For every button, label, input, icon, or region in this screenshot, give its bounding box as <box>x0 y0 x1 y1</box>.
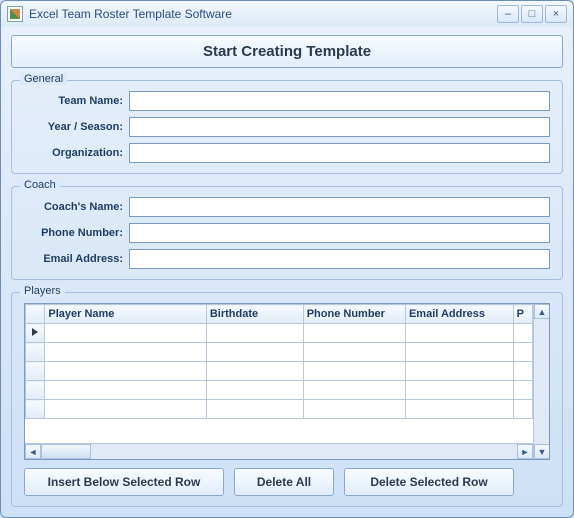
coach-email-label: Email Address: <box>24 253 129 265</box>
table-row[interactable] <box>26 343 533 362</box>
table-row[interactable] <box>26 324 533 343</box>
organization-label: Organization: <box>24 147 129 159</box>
row-header-blank <box>26 305 45 324</box>
players-grid[interactable]: Player Name Birthdate Phone Number Email… <box>24 303 550 460</box>
table-row[interactable] <box>26 381 533 400</box>
vertical-scrollbar[interactable]: ▲ ▼ <box>533 304 549 459</box>
delete-all-button[interactable]: Delete All <box>234 468 334 496</box>
content-area: Start Creating Template General Team Nam… <box>1 27 573 517</box>
col-birthdate[interactable]: Birthdate <box>206 305 303 324</box>
players-table[interactable]: Player Name Birthdate Phone Number Email… <box>25 304 533 419</box>
coach-group: Coach Coach's Name: Phone Number: Email … <box>11 186 563 280</box>
scroll-right-icon[interactable]: ► <box>517 444 533 459</box>
start-creating-button[interactable]: Start Creating Template <box>11 35 563 68</box>
maximize-button[interactable]: □ <box>521 5 543 23</box>
players-button-row: Insert Below Selected Row Delete All Del… <box>24 468 550 496</box>
close-button[interactable]: × <box>545 5 567 23</box>
scroll-down-icon[interactable]: ▼ <box>534 444 549 459</box>
organization-input[interactable] <box>129 143 550 163</box>
col-p[interactable]: P <box>513 305 532 324</box>
coach-phone-label: Phone Number: <box>24 227 129 239</box>
col-email[interactable]: Email Address <box>405 305 513 324</box>
app-window: Excel Team Roster Template Software – □ … <box>0 0 574 518</box>
row-pointer-cell <box>26 324 45 343</box>
players-group: Players Player Name Birthdate Phone Numb… <box>11 292 563 507</box>
players-legend: Players <box>20 285 65 297</box>
scroll-left-icon[interactable]: ◄ <box>25 444 41 459</box>
insert-row-button[interactable]: Insert Below Selected Row <box>24 468 224 496</box>
coach-name-label: Coach's Name: <box>24 201 129 213</box>
table-row[interactable] <box>26 400 533 419</box>
titlebar[interactable]: Excel Team Roster Template Software – □ … <box>1 1 573 27</box>
hscroll-thumb[interactable] <box>41 444 91 459</box>
scroll-up-icon[interactable]: ▲ <box>534 304 549 319</box>
coach-email-input[interactable] <box>129 249 550 269</box>
table-header-row: Player Name Birthdate Phone Number Email… <box>26 305 533 324</box>
app-icon <box>7 6 23 22</box>
year-season-label: Year / Season: <box>24 121 129 133</box>
team-name-input[interactable] <box>129 91 550 111</box>
general-group: General Team Name: Year / Season: Organi… <box>11 80 563 174</box>
minimize-button[interactable]: – <box>497 5 519 23</box>
col-phone[interactable]: Phone Number <box>303 305 405 324</box>
general-legend: General <box>20 73 67 85</box>
delete-selected-button[interactable]: Delete Selected Row <box>344 468 514 496</box>
team-name-label: Team Name: <box>24 95 129 107</box>
horizontal-scrollbar[interactable]: ◄ ► <box>25 443 533 459</box>
table-row[interactable] <box>26 362 533 381</box>
window-title: Excel Team Roster Template Software <box>29 7 232 21</box>
year-season-input[interactable] <box>129 117 550 137</box>
row-pointer-icon <box>32 328 38 336</box>
coach-phone-input[interactable] <box>129 223 550 243</box>
coach-legend: Coach <box>20 179 60 191</box>
coach-name-input[interactable] <box>129 197 550 217</box>
col-player-name[interactable]: Player Name <box>45 305 206 324</box>
